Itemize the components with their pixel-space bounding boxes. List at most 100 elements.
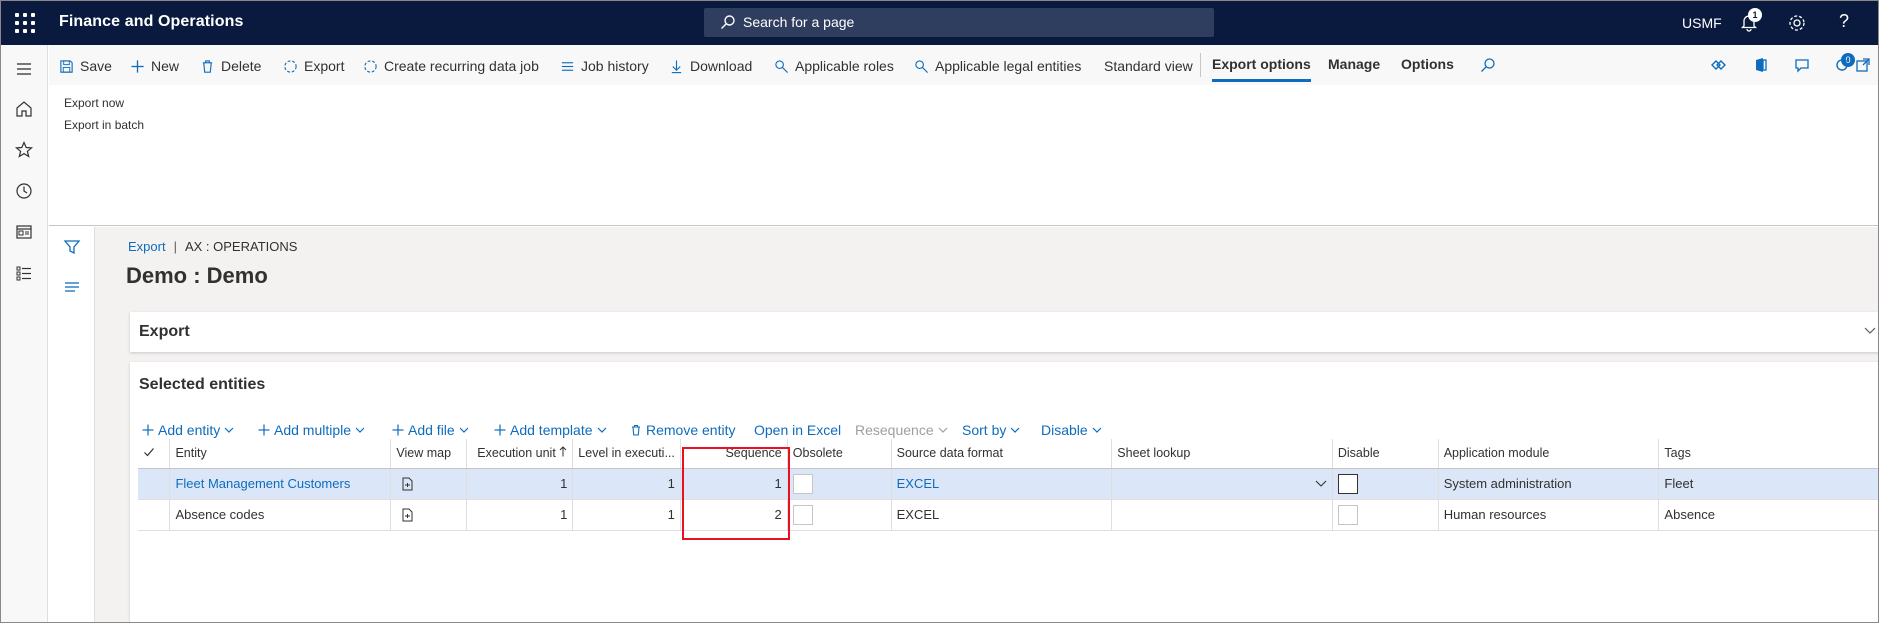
disable-checkbox[interactable]: [1337, 473, 1358, 494]
column-header-obsolete[interactable]: Obsolete: [787, 439, 892, 469]
delete-label: Delete: [221, 58, 262, 74]
remove-entity-button[interactable]: Remove entity: [630, 422, 735, 438]
export-now-button[interactable]: Export now: [64, 96, 124, 110]
application-module-cell[interactable]: System administration: [1438, 468, 1660, 500]
resequence-button[interactable]: Resequence: [855, 422, 948, 438]
source-data-format-cell[interactable]: EXCEL: [891, 468, 1113, 500]
export-label: Export: [304, 58, 345, 74]
tab-manage[interactable]: Manage: [1328, 56, 1380, 72]
obsolete-cell[interactable]: [787, 499, 892, 531]
column-header-entity[interactable]: Entity: [169, 439, 392, 469]
clock-recent-icon[interactable]: [14, 181, 34, 201]
row-selector[interactable]: [138, 499, 171, 531]
breadcrumb-export-link[interactable]: Export: [128, 239, 166, 254]
plus-icon: [142, 424, 154, 436]
messages-icon[interactable]: [1793, 56, 1811, 74]
column-header-application-module[interactable]: Application module: [1438, 439, 1660, 469]
modules-list-icon[interactable]: [14, 263, 34, 283]
help-icon[interactable]: ?: [1839, 11, 1849, 32]
create-recurring-data-job-button[interactable]: Create recurring data job: [363, 56, 539, 76]
company-selector[interactable]: USMF: [1682, 15, 1722, 31]
table-row[interactable]: Fleet Management Customers 1 1 1 EXCEL S…: [138, 468, 1878, 500]
add-file-button[interactable]: Add file: [392, 422, 469, 438]
open-in-excel-button[interactable]: Open in Excel: [754, 422, 841, 438]
app-title[interactable]: Finance and Operations: [59, 13, 243, 31]
entity-cell[interactable]: Absence codes: [169, 499, 392, 531]
gear-icon[interactable]: [1787, 13, 1807, 33]
column-header-level-in-execution[interactable]: Level in executi...: [572, 439, 681, 469]
tags-cell[interactable]: Absence: [1658, 499, 1878, 531]
search-icon[interactable]: [1480, 57, 1496, 73]
select-all-checkbox[interactable]: [138, 439, 171, 469]
refresh-icon[interactable]: [1833, 56, 1851, 74]
column-header-tags[interactable]: Tags: [1658, 439, 1878, 469]
sort-by-button[interactable]: Sort by: [962, 422, 1020, 438]
tab-export-options[interactable]: Export options: [1212, 56, 1311, 82]
new-button[interactable]: New: [130, 56, 179, 76]
source-data-format-cell[interactable]: EXCEL: [891, 499, 1113, 531]
column-header-sheet-lookup[interactable]: Sheet lookup: [1111, 439, 1333, 469]
add-entity-button[interactable]: Add entity: [142, 422, 234, 438]
power-apps-icon[interactable]: [1709, 56, 1727, 74]
column-header-sequence[interactable]: Sequence: [680, 439, 788, 469]
table-row[interactable]: Absence codes 1 1 2 EXCEL Human resource…: [138, 499, 1878, 531]
column-header-disable[interactable]: Disable: [1332, 439, 1439, 469]
chevron-down-icon[interactable]: [1315, 480, 1327, 488]
workspaces-icon[interactable]: [14, 222, 34, 242]
sheet-lookup-cell[interactable]: [1111, 468, 1333, 500]
column-header-view-map[interactable]: View map: [390, 439, 468, 469]
add-template-button[interactable]: Add template: [494, 422, 607, 438]
sheet-lookup-cell[interactable]: [1111, 499, 1333, 531]
obsolete-checkbox[interactable]: [792, 473, 813, 494]
disable-cell[interactable]: [1332, 499, 1439, 531]
open-new-window-icon[interactable]: [1854, 56, 1872, 74]
search-box[interactable]: Search for a page: [704, 8, 1214, 37]
view-map-cell[interactable]: [390, 499, 468, 531]
disable-checkbox[interactable]: [1337, 504, 1358, 525]
office-icon[interactable]: [1752, 56, 1770, 74]
app-window: Finance and Operations Search for a page…: [0, 0, 1879, 623]
applicable-roles-label: Applicable roles: [795, 58, 894, 74]
column-header-execution-unit[interactable]: Execution unit: [466, 439, 574, 469]
obsolete-cell[interactable]: [787, 468, 892, 500]
application-module-cell[interactable]: Human resources: [1438, 499, 1660, 531]
job-history-button[interactable]: Job history: [560, 56, 649, 76]
sequence-cell[interactable]: 2: [680, 499, 788, 531]
tab-options[interactable]: Options: [1401, 56, 1454, 72]
filter-icon[interactable]: [63, 238, 81, 256]
breadcrumb-separator: |: [173, 239, 177, 254]
applicable-roles-button[interactable]: Applicable roles: [774, 56, 894, 76]
row-selector[interactable]: [138, 468, 171, 500]
sequence-cell[interactable]: 1: [680, 468, 788, 500]
export-section-header[interactable]: Export: [130, 312, 1878, 352]
download-button[interactable]: Download: [669, 56, 752, 76]
view-map-cell[interactable]: [390, 468, 468, 500]
disable-cell[interactable]: [1332, 468, 1439, 500]
home-icon[interactable]: [14, 99, 34, 119]
delete-button[interactable]: Delete: [200, 56, 261, 76]
export-cycle-icon: [284, 59, 297, 73]
save-button[interactable]: Save: [59, 56, 112, 76]
level-cell[interactable]: 1: [572, 499, 681, 531]
tags-cell[interactable]: Fleet: [1658, 468, 1878, 500]
execution-unit-cell[interactable]: 1: [466, 499, 574, 531]
obsolete-checkbox[interactable]: [792, 504, 813, 525]
page-title: Demo : Demo: [126, 263, 268, 288]
export-in-batch-button[interactable]: Export in batch: [64, 118, 144, 132]
add-multiple-label: Add multiple: [274, 422, 352, 438]
plus-icon: [258, 424, 270, 436]
hamburger-menu-icon[interactable]: [14, 59, 34, 79]
chevron-down-icon[interactable]: [1864, 324, 1876, 336]
export-button[interactable]: Export: [283, 56, 344, 76]
column-header-source-data-format[interactable]: Source data format: [891, 439, 1113, 469]
execution-unit-cell[interactable]: 1: [466, 468, 574, 500]
entity-cell[interactable]: Fleet Management Customers: [169, 468, 392, 500]
app-launcher-icon[interactable]: [15, 13, 35, 33]
star-favorites-icon[interactable]: [14, 140, 34, 160]
standard-view-button[interactable]: Standard view: [1104, 56, 1193, 76]
add-multiple-button[interactable]: Add multiple: [258, 422, 365, 438]
level-cell[interactable]: 1: [572, 468, 681, 500]
applicable-legal-entities-button[interactable]: Applicable legal entities: [914, 56, 1081, 76]
disable-button[interactable]: Disable: [1041, 422, 1102, 438]
list-view-icon[interactable]: [63, 278, 81, 296]
